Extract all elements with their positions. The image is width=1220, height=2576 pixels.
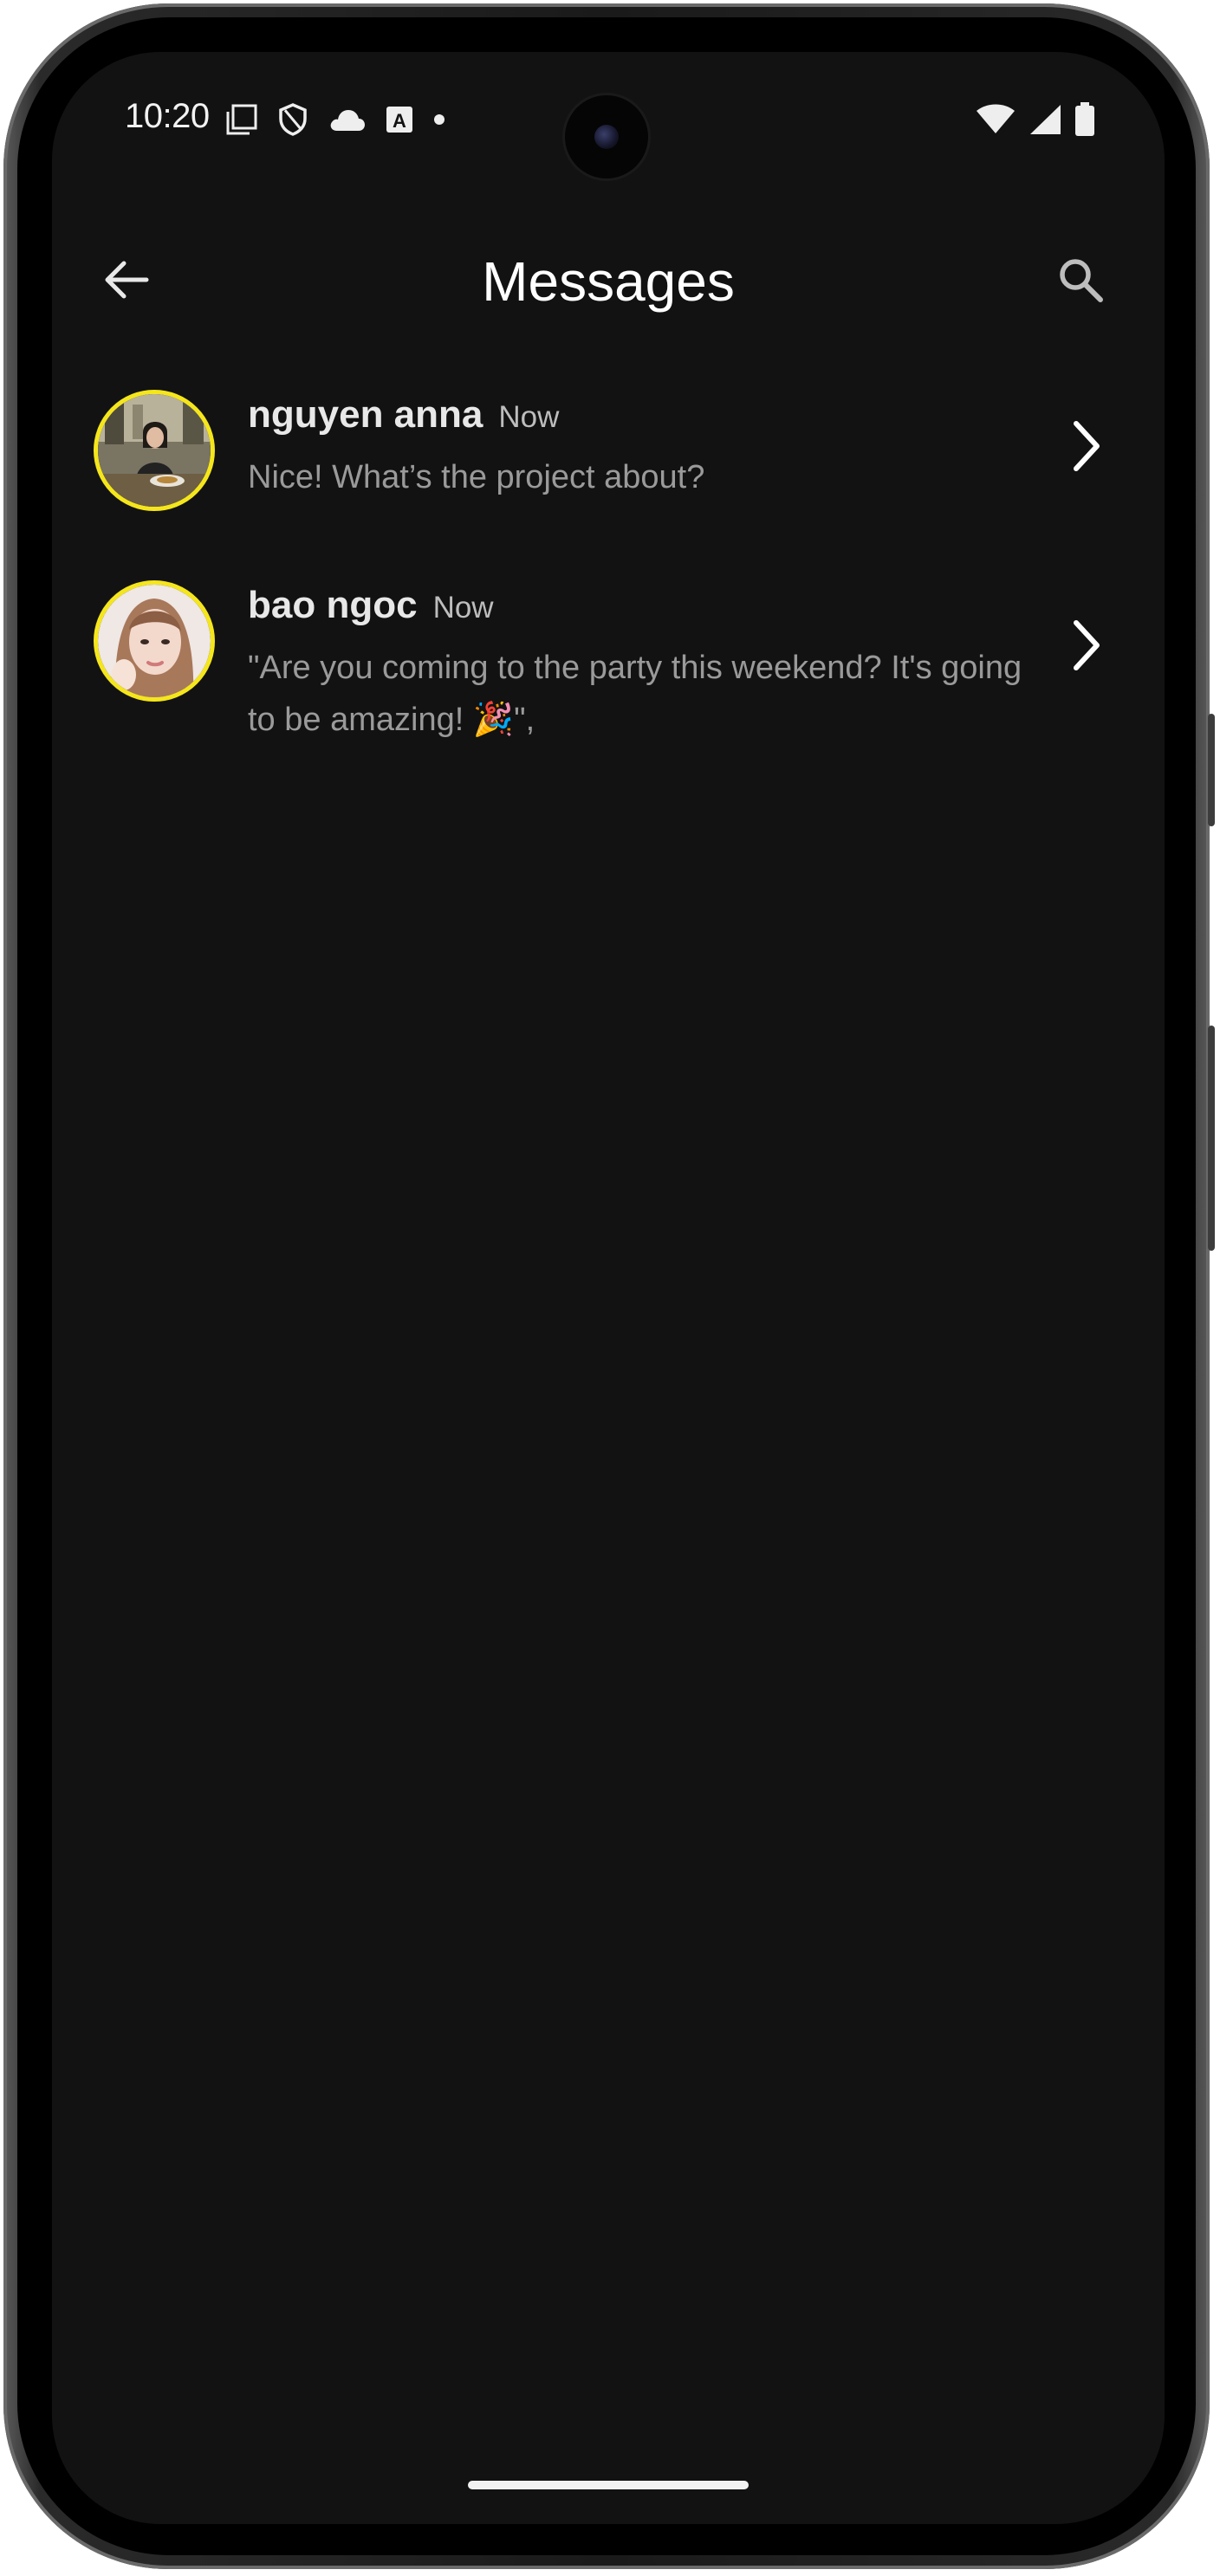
status-icons-left: A [225,102,445,141]
conversation-header: bao ngoc Now [248,582,1035,631]
power-button [1208,714,1215,826]
avatar [94,580,215,702]
conversation-list: nguyen anna Now Nice! What’s the project… [52,390,1165,746]
dot-icon [433,113,445,130]
message-preview: Nice! What’s the project about? [248,459,705,495]
front-camera [565,95,648,178]
app-bar: Messages [52,225,1165,338]
search-icon [1056,256,1105,308]
volume-button [1208,1026,1215,1251]
screenshot-icon [225,103,258,140]
cloud-icon [328,107,366,137]
search-button[interactable] [1050,251,1111,312]
conversation-item[interactable]: nguyen anna Now Nice! What’s the project… [52,390,1165,511]
battery-icon [1074,102,1095,141]
contact-name: bao ngoc [248,584,418,626]
page-title: Messages [482,250,735,313]
wifi-icon [976,104,1016,139]
a-box-icon: A [385,105,414,139]
message-time: Now [498,400,560,434]
screen: 10:20 A Messages nguyen anna Now Nice! W… [52,52,1165,2524]
contact-name: nguyen anna [248,393,483,436]
chevron-right-icon [1061,615,1113,676]
status-icons-right [976,102,1095,141]
message-preview: "Are you coming to the party this weeken… [248,650,1022,738]
status-time: 10:20 [125,97,210,135]
conversation-body: bao ngoc Now "Are you coming to the part… [248,580,1035,746]
shield-icon [277,102,308,141]
svg-text:A: A [393,110,406,132]
avatar [94,390,215,511]
conversation-body: nguyen anna Now Nice! What’s the project… [248,390,1035,503]
signal-icon [1028,103,1062,140]
conversation-item[interactable]: bao ngoc Now "Are you coming to the part… [52,580,1165,746]
status-bar: 10:20 A [52,52,1165,178]
home-indicator[interactable] [468,2481,749,2489]
conversation-header: nguyen anna Now [248,392,1035,441]
message-time: Now [432,591,494,625]
chevron-right-icon [1061,416,1113,476]
